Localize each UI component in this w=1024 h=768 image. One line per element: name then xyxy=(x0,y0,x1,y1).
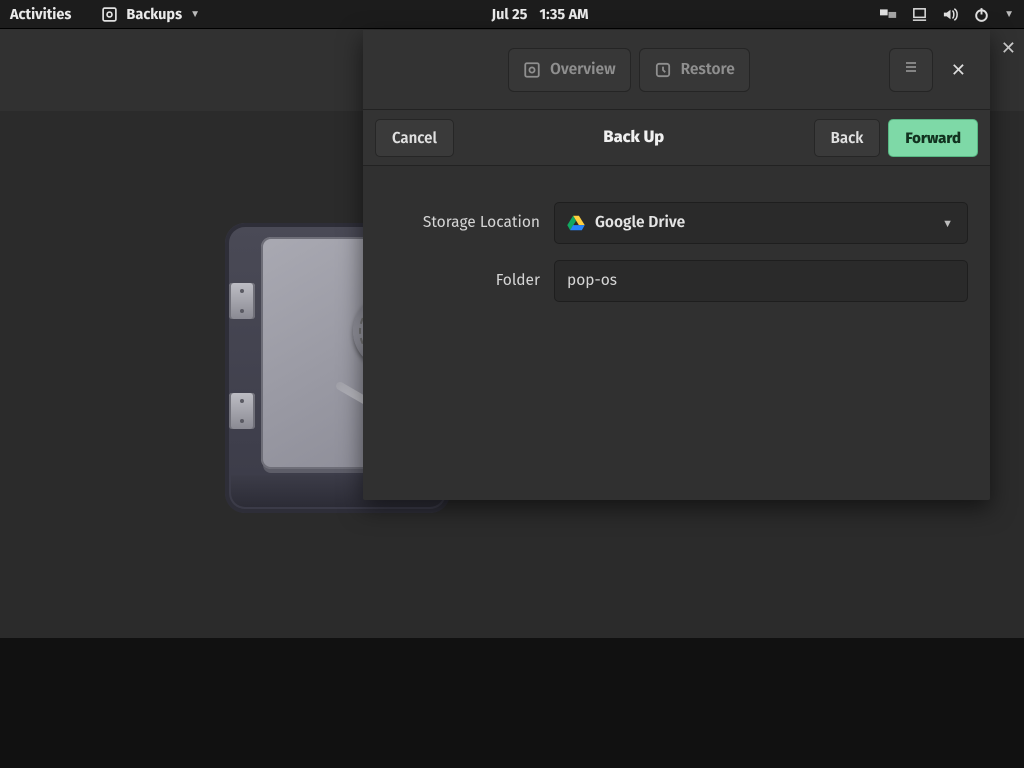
cancel-button[interactable]: Cancel xyxy=(375,119,454,157)
dialog-headerbar: Overview Restore ✕ xyxy=(363,30,990,110)
folder-input-value: pop-os xyxy=(567,272,617,290)
tab-overview-label: Overview xyxy=(550,61,615,79)
dialog-action-bar: Cancel Back Up Back Forward xyxy=(363,110,990,166)
storage-location-selected: Google Drive xyxy=(595,214,685,232)
network-wired-icon[interactable] xyxy=(911,6,928,23)
window-close-icon[interactable]: ✕ xyxy=(1001,37,1016,59)
hamburger-menu-button[interactable] xyxy=(889,48,933,92)
dialog-close-button[interactable]: ✕ xyxy=(941,49,976,91)
hamburger-icon xyxy=(903,59,919,80)
top-panel: Activities Backups ▼ Jul 25 1:35 AM xyxy=(0,0,1024,28)
storage-location-label: Storage Location xyxy=(385,214,540,232)
tab-restore[interactable]: Restore xyxy=(639,48,750,92)
panel-app-menu[interactable]: Backups ▼ xyxy=(101,5,200,23)
back-button[interactable]: Back xyxy=(814,119,881,157)
tab-overview[interactable]: Overview xyxy=(508,48,630,92)
activities-button[interactable]: Activities xyxy=(10,5,71,23)
panel-clock[interactable]: Jul 25 1:35 AM xyxy=(200,5,880,23)
power-icon[interactable] xyxy=(973,6,990,23)
forward-button[interactable]: Forward xyxy=(888,119,978,157)
volume-icon[interactable] xyxy=(942,6,959,23)
backup-dialog: Overview Restore ✕ Cancel Back Up xyxy=(363,30,990,500)
desktop-background xyxy=(0,638,1024,768)
folder-label: Folder xyxy=(385,272,540,290)
overview-icon xyxy=(523,61,541,79)
combobox-arrow-icon: ▼ xyxy=(942,217,953,230)
restore-icon xyxy=(654,61,672,79)
panel-date: Jul 25 xyxy=(492,5,528,23)
workspace-indicator-icon[interactable] xyxy=(880,6,897,23)
dialog-title: Back Up xyxy=(603,128,664,147)
folder-input[interactable]: pop-os xyxy=(554,260,968,302)
storage-location-combobox[interactable]: Google Drive ▼ xyxy=(554,202,968,244)
panel-time: 1:35 AM xyxy=(539,5,588,23)
system-menu-chevron-icon[interactable]: ▼ xyxy=(1004,8,1014,20)
panel-app-name: Backups xyxy=(126,5,182,23)
backups-app-icon xyxy=(101,6,118,23)
dialog-body: Storage Location Google Drive ▼ Folder p… xyxy=(363,166,990,500)
google-drive-icon xyxy=(567,215,585,231)
tab-restore-label: Restore xyxy=(681,61,735,79)
chevron-down-icon: ▼ xyxy=(190,8,200,20)
